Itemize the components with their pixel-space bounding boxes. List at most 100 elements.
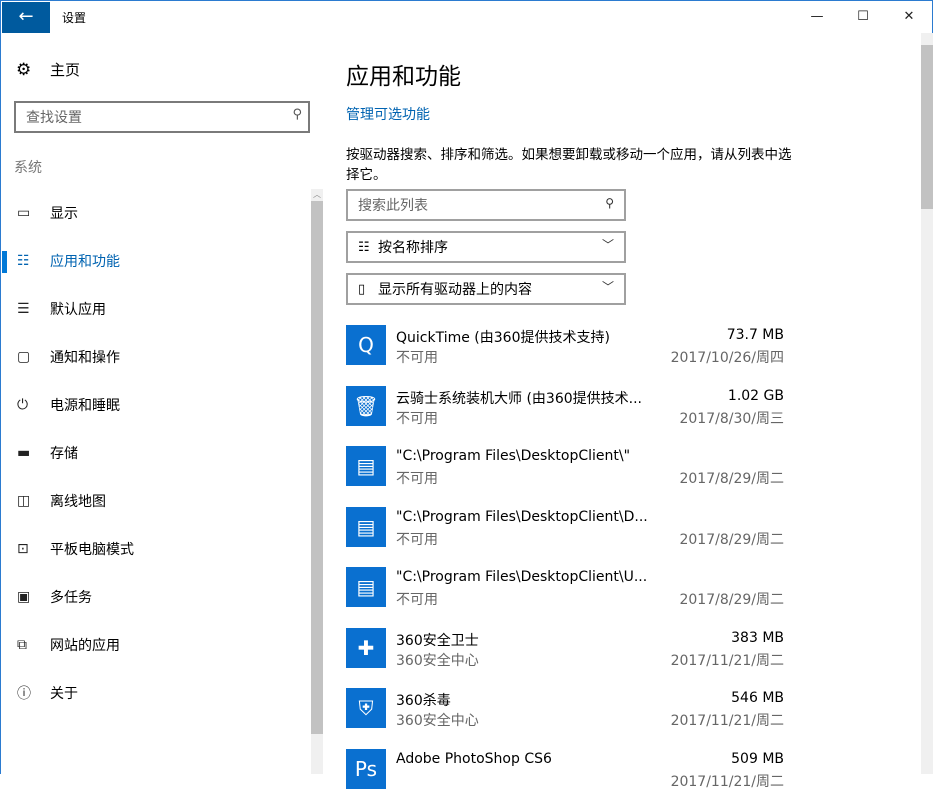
app-search-input[interactable]: 搜索此列表 ⚲ [346,189,626,221]
settings-search-input[interactable]: 查找设置⚲ [14,101,310,133]
app-icon: Q [346,325,386,365]
nav-list: ▭显示☷应用和功能☰默认应用▢通知和操作⏻电源和睡眠▬存储◫离线地图⊡平板电脑模… [2,189,310,717]
app-list-item[interactable]: ▤ "C:\Program Files\DesktopClient\D... 不可用… [346,507,786,568]
sidebar-item-label: 多任务 [50,587,92,607]
sidebar-item[interactable]: ⊡平板电脑模式 [2,525,310,573]
app-icon: ▤ [346,567,386,607]
scroll-up-arrow[interactable]: ︿ [311,189,323,200]
settings-window: ← 设置 — ☐ ✕ ⚙主页 查找设置⚲ 系统 ▭显示☷应用和功能☰默认应用▢通… [0,0,933,774]
app-list-item[interactable]: Q QuickTime (由360提供技术支持)不可用 73.7 MB 2017/10… [346,325,786,386]
app-publisher: 360安全中心 [396,710,479,730]
search-placeholder: 搜索此列表 [358,195,428,215]
close-button[interactable]: ✕ [886,1,932,33]
manage-optional-features-link[interactable]: 管理可选功能 [346,104,430,124]
sidebar-item-icon: ⏻ [17,397,50,413]
sidebar-item[interactable]: ☷应用和功能 [2,237,310,285]
sidebar-item-label: 通知和操作 [50,347,120,367]
app-size: 509 MB [731,751,784,767]
app-size: 546 MB [731,690,784,706]
sidebar-item-label: 存储 [50,443,78,463]
scrollbar-thumb[interactable] [311,201,323,734]
home-link[interactable]: ⚙主页 [16,59,80,80]
app-install-date: 2017/8/30/周三 [679,408,784,428]
sidebar-item[interactable]: ▬存储 [2,429,310,477]
sidebar-item-icon: ▬ [17,445,50,461]
drive-icon: ▯ [358,282,378,297]
app-name: QuickTime (由360提供技术支持) [396,327,610,347]
page-title: 应用和功能 [346,57,461,91]
app-install-date: 2017/8/29/周二 [679,589,784,609]
app-size: 1.02 GB [728,388,784,404]
sort-icon: ☷ [358,240,378,255]
sidebar-item-icon: ⧉ [17,637,50,653]
search-placeholder: 查找设置 [26,110,82,126]
sidebar-item-icon: ◫ [17,493,50,509]
app-list-item[interactable]: 🗑 云骑士系统装机大师 (由360提供技术...不可用 1.02 GB 2017/8/… [346,386,786,447]
sidebar-item-icon: ▣ [17,589,50,605]
app-publisher: 不可用 [396,347,438,367]
app-icon: ▤ [346,446,386,486]
app-list-item[interactable]: ✚360安全卫士360安全中心383 MB2017/11/21/周二 [346,628,786,689]
sidebar-item-icon: ▢ [17,349,50,365]
sidebar-item-label: 关于 [50,683,78,703]
sidebar-item[interactable]: ☰默认应用 [2,285,310,333]
window-title: 设置 [62,9,86,26]
back-button[interactable]: ← [2,2,50,33]
app-icon: ✚ [346,628,386,668]
sidebar-item-label: 网站的应用 [50,635,120,655]
sidebar-item[interactable]: ◫离线地图 [2,477,310,525]
app-icon: ▤ [346,507,386,547]
app-list-item[interactable]: PsAdobe PhotoShop CS6509 MB2017/11/21/周二 [346,749,786,809]
app-name: "C:\Program Files\DesktopClient\D... [396,509,648,525]
app-icon: Ps [346,749,386,789]
main-scrollbar[interactable] [921,33,933,774]
sidebar-item-icon: ⊡ [17,541,50,557]
group-heading: 系统 [14,157,42,177]
sidebar-item[interactable]: ⓘ关于 [2,669,310,717]
app-publisher: 不可用 [396,468,438,488]
home-label: 主页 [50,59,80,80]
drive-filter-dropdown[interactable]: ▯显示所有驱动器上的内容 ﹀ [346,273,626,305]
scrollbar-thumb[interactable] [921,45,933,209]
minimize-button[interactable]: — [794,1,840,33]
app-list-item[interactable]: ⛨ 360杀毒360安全中心 546 MB 2017/11/21/周二 [346,688,786,749]
sidebar-item-label: 电源和睡眠 [50,395,120,415]
sidebar-item-icon: ▭ [17,205,50,221]
gear-icon: ⚙ [16,60,50,80]
sidebar-item[interactable]: ⏻电源和睡眠 [2,381,310,429]
app-install-date: 2017/11/21/周二 [671,650,784,670]
app-icon: ⛨ [346,688,386,728]
app-name: "C:\Program Files\DesktopClient\U... [396,569,647,585]
sort-dropdown[interactable]: ☷按名称排序﹀ [346,231,626,263]
maximize-button[interactable]: ☐ [840,1,886,33]
search-icon: ⚲ [605,196,614,210]
sidebar-item-icon: ☷ [17,253,50,269]
chevron-down-icon: ﹀ [602,278,614,295]
sidebar-item[interactable]: ▭显示 [2,189,310,237]
app-name: 360杀毒 [396,690,451,710]
app-publisher: 360安全中心 [396,650,479,670]
title-bar: ← 设置 — ☐ ✕ [1,1,932,33]
sidebar-item-icon: ☰ [17,301,50,317]
app-install-date: 2017/11/21/周二 [671,710,784,730]
app-list-item[interactable]: ▤"C:\Program Files\DesktopClient\"不可用201… [346,446,786,507]
app-name: "C:\Program Files\DesktopClient\" [396,448,630,464]
app-list-item[interactable]: ▤"C:\Program Files\DesktopClient\U...不可用… [346,567,786,628]
app-publisher: 不可用 [396,408,438,428]
app-publisher: 不可用 [396,529,438,549]
sidebar-item-label: 应用和功能 [50,251,120,271]
sidebar-scrollbar[interactable]: ︿ [311,189,323,774]
app-icon: 🗑 [346,386,386,426]
app-name: 云骑士系统装机大师 (由360提供技术... [396,388,642,408]
app-install-date: 2017/8/29/周二 [679,529,784,549]
sidebar-item-label: 默认应用 [50,299,106,319]
filter-value: 显示所有驱动器上的内容 [378,279,532,299]
app-name: Adobe PhotoShop CS6 [396,751,552,767]
app-size: 383 MB [731,630,784,646]
sidebar-item[interactable]: ⧉网站的应用 [2,621,310,669]
app-install-date: 2017/10/26/周四 [671,347,784,367]
sidebar-item[interactable]: ▣多任务 [2,573,310,621]
sidebar-item[interactable]: ▢通知和操作 [2,333,310,381]
app-size: 73.7 MB [727,327,784,343]
sidebar-item-label: 离线地图 [50,491,106,511]
